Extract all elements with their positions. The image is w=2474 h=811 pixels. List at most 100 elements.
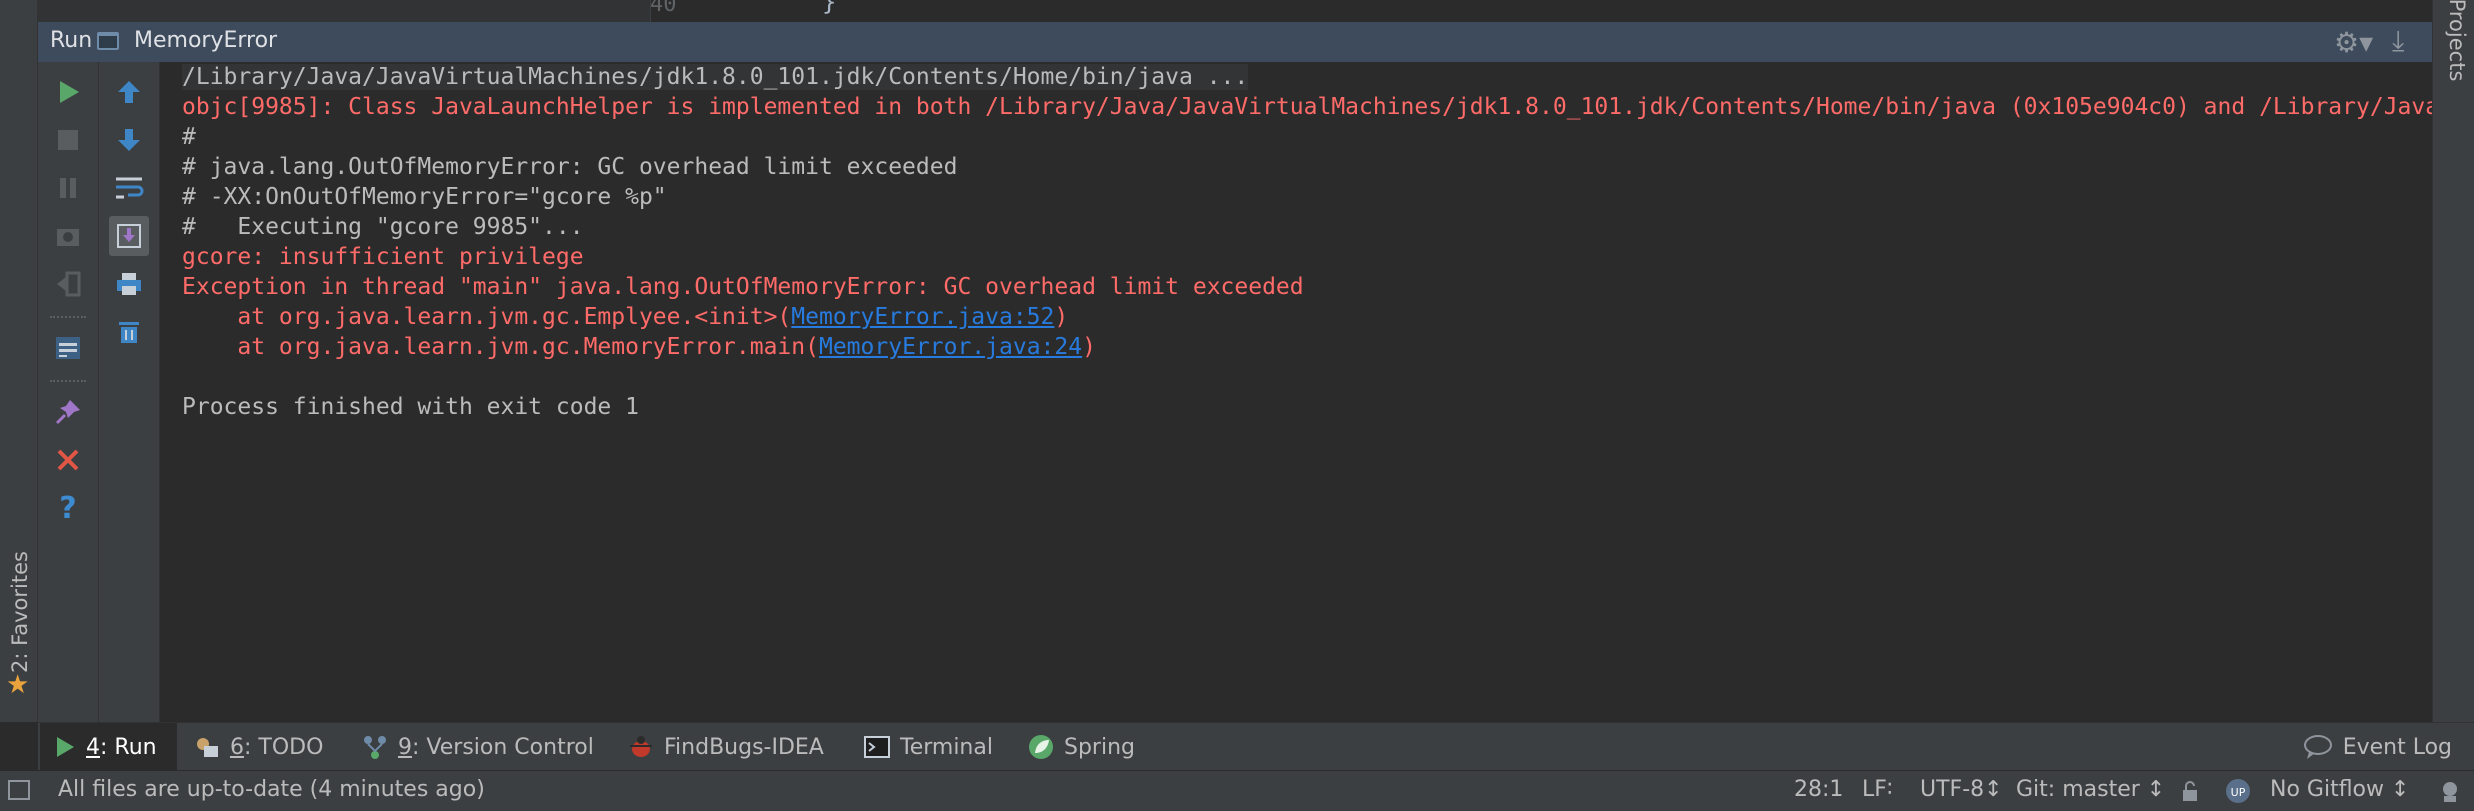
layout-icon	[56, 337, 80, 359]
left-tool-stripe: 2: Favorites ★	[0, 0, 38, 722]
tool-windows-toggle-icon[interactable]	[8, 780, 30, 800]
editor-gutter	[0, 0, 651, 22]
event-log-label: Event Log	[2342, 734, 2452, 760]
dump-threads-button[interactable]	[48, 216, 88, 256]
findbugs-icon	[630, 736, 652, 757]
editor-area: 40 }	[0, 0, 2474, 22]
stop-icon	[58, 130, 78, 150]
toolbar-separator	[50, 380, 86, 382]
stop-button[interactable]	[48, 120, 88, 160]
pin-icon	[55, 400, 80, 425]
console-line: Process finished with exit code 1	[182, 394, 639, 420]
source-link[interactable]: MemoryError.java:24	[819, 334, 1082, 360]
soft-wrap-icon	[116, 177, 144, 199]
tool-window-todo[interactable]: 6: TODO	[194, 723, 323, 771]
exit-button[interactable]	[48, 264, 88, 304]
console-output[interactable]: /Library/Java/JavaVirtualMachines/jdk1.8…	[160, 62, 2432, 722]
tool-window-label: : TODO	[244, 734, 324, 760]
tool-window-label: FindBugs-IDEA	[664, 734, 824, 760]
stack-trace-line: at org.java.learn.jvm.gc.Emplyee.<init>(…	[182, 302, 1068, 332]
run-panel-title: Run	[50, 28, 93, 53]
line-separator-selector[interactable]: LF∶	[1862, 777, 1893, 802]
console-line: # java.lang.OutOfMemoryError: GC overhea…	[182, 154, 958, 180]
close-button[interactable]	[48, 440, 88, 480]
scroll-to-end-icon	[117, 224, 141, 248]
console-line: /Library/Java/JavaVirtualMachines/jdk1.8…	[182, 62, 1249, 92]
tool-window-terminal[interactable]: Terminal	[864, 723, 993, 771]
editor-line-number: 40	[650, 0, 677, 17]
version-control-icon	[364, 736, 386, 759]
pause-icon	[60, 178, 76, 198]
stack-trace-line: at org.java.learn.jvm.gc.MemoryError.mai…	[182, 332, 1096, 362]
todo-icon	[197, 738, 218, 757]
stack-frame-suffix: )	[1082, 334, 1096, 360]
caret-position[interactable]: 28:1	[1794, 777, 1843, 802]
git-branch-selector[interactable]: Git: master ↕	[2016, 777, 2165, 802]
arrow-up-icon	[118, 81, 140, 103]
scroll-to-end-button[interactable]	[109, 216, 149, 256]
run-toolbar-secondary	[99, 62, 160, 722]
restore-layout-button[interactable]	[48, 328, 88, 368]
console-line: #	[182, 124, 196, 150]
run-toolbar-primary: ?	[38, 62, 99, 722]
run-icon	[57, 737, 74, 757]
event-log-button[interactable]: Event Log	[2303, 723, 2452, 771]
play-icon	[60, 81, 79, 103]
up-stack-button[interactable]	[109, 72, 149, 112]
console-line: # -XX:OnOutOfMemoryError="gcore %p"	[182, 184, 667, 210]
print-button[interactable]	[109, 264, 149, 304]
console-line: # Executing "gcore 9985"...	[182, 214, 584, 240]
tool-window-number: 9	[398, 734, 412, 760]
console-line: Exception in thread "main" java.lang.Out…	[182, 274, 1304, 300]
exit-icon	[57, 271, 81, 297]
tool-window-version-control[interactable]: 9: Version Control	[362, 723, 594, 771]
status-bar: All files are up-to-date (4 minutes ago)…	[0, 770, 2474, 811]
console-line: objc[9985]: Class JavaLaunchHelper is im…	[182, 94, 2432, 120]
hide-panel-icon[interactable]: ⤓	[2392, 24, 2404, 58]
close-icon	[57, 449, 79, 471]
svg-text:UP: UP	[2231, 786, 2246, 799]
run-config-icon	[97, 32, 119, 50]
right-tool-stripe: Projects	[2432, 0, 2474, 722]
tool-window-run[interactable]: 4: Run	[40, 723, 177, 771]
terminal-icon	[864, 736, 890, 758]
rerun-button[interactable]	[48, 72, 88, 112]
projects-tab[interactable]: Projects	[2445, 0, 2469, 100]
soft-wrap-button[interactable]	[109, 168, 149, 208]
arrow-down-icon	[118, 129, 140, 151]
tool-window-number: 6	[230, 734, 244, 760]
printer-icon	[117, 273, 141, 295]
clear-all-button[interactable]	[109, 312, 149, 352]
down-stack-button[interactable]	[109, 120, 149, 160]
tool-window-spring[interactable]: Spring	[1028, 723, 1135, 771]
status-message[interactable]: All files are up-to-date (4 minutes ago)	[58, 777, 485, 802]
spring-icon	[1029, 735, 1053, 759]
gear-icon[interactable]: ⚙▾	[2334, 26, 2373, 59]
tool-window-label: : Version Control	[412, 734, 594, 760]
pin-tab-button[interactable]	[48, 392, 88, 432]
favorites-label: 2: Favorites	[8, 551, 32, 673]
toolbar-separator	[50, 316, 86, 318]
console-command[interactable]: /Library/Java/JavaVirtualMachines/jdk1.8…	[182, 64, 1249, 90]
tool-window-number: 4	[86, 734, 100, 760]
pause-button[interactable]	[48, 168, 88, 208]
source-link[interactable]: MemoryError.java:52	[791, 304, 1054, 330]
run-panel-header: Run MemoryError ⚙▾ ⤓	[38, 22, 2432, 62]
speech-bubble-icon	[2303, 735, 2332, 759]
stack-frame-text: at org.java.learn.jvm.gc.MemoryError.mai…	[182, 334, 819, 360]
camera-icon	[57, 229, 79, 246]
lock-icon[interactable]	[2180, 780, 2200, 802]
tool-window-label: : Run	[100, 734, 157, 760]
favorites-tab[interactable]: 2: Favorites ★	[2, 540, 34, 710]
tool-window-label: Terminal	[900, 734, 993, 760]
gitflow-selector[interactable]: No Gitflow ↕	[2270, 777, 2409, 802]
gitflow-icon[interactable]: UP	[2224, 777, 2252, 805]
trash-icon	[119, 322, 139, 343]
help-button[interactable]: ?	[48, 488, 88, 528]
tool-window-label: Spring	[1064, 734, 1135, 760]
inspector-icon[interactable]	[2436, 777, 2464, 805]
stack-frame-suffix: )	[1054, 304, 1069, 330]
tool-window-findbugs[interactable]: FindBugs-IDEA	[628, 723, 824, 771]
run-config-tab[interactable]: MemoryError	[134, 28, 277, 53]
encoding-selector[interactable]: UTF-8↕	[1920, 777, 2003, 802]
